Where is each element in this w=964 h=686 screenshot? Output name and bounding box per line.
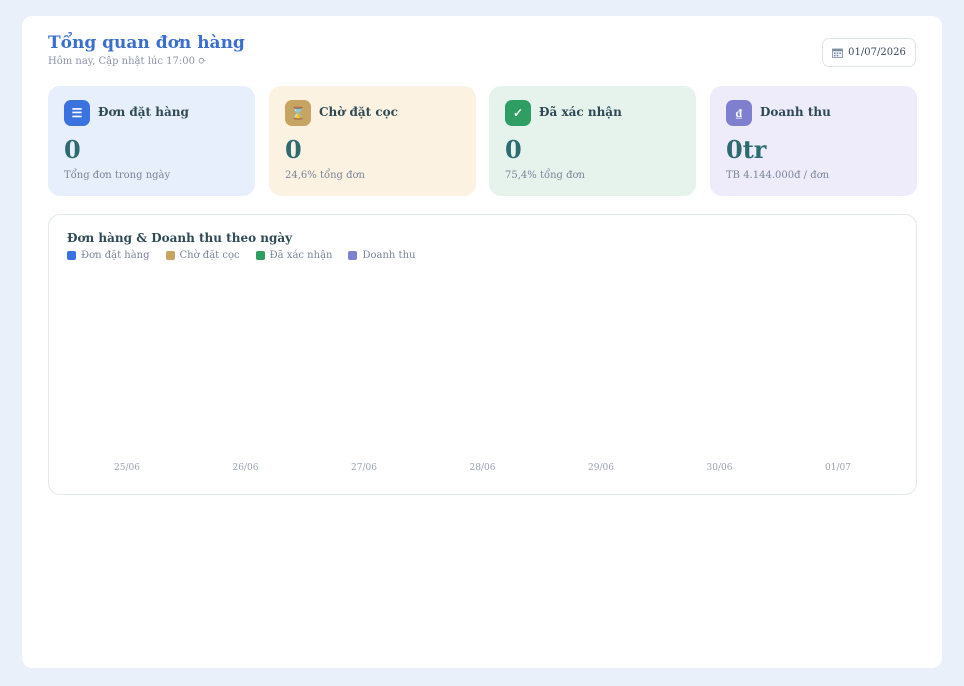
x-tick-label: 30/06 xyxy=(706,463,733,473)
card-label: Chờ đặt cọc xyxy=(319,105,398,119)
date-picker-button[interactable]: 01/07/2026 xyxy=(822,38,916,67)
card-note: 75,4% tổng đơn xyxy=(505,170,585,181)
card-note: 24,6% tổng đơn xyxy=(285,170,365,181)
refresh-icon[interactable]: ⟳ xyxy=(198,56,206,67)
legend-item[interactable]: Doanh thu xyxy=(348,250,415,261)
stat-card-orders[interactable]: ☰ Đơn đặt hàng 0 Tổng đơn trong ngày xyxy=(48,86,255,196)
legend-swatch xyxy=(67,251,76,260)
calendar-icon xyxy=(832,48,844,58)
legend-item[interactable]: Đơn đặt hàng xyxy=(67,250,150,261)
dashboard-panel: Tổng quan đơn hàng Hôm nay, Cập nhật lúc… xyxy=(22,16,942,668)
card-label: Đã xác nhận xyxy=(539,105,622,119)
page-title: Tổng quan đơn hàng xyxy=(48,33,245,53)
dong-icon: ₫ xyxy=(726,100,752,126)
card-value: 0tr xyxy=(726,135,767,164)
card-note: TB 4.144.000đ / đơn xyxy=(726,170,830,181)
update-status: Hôm nay, Cập nhật lúc 17:00 xyxy=(48,56,195,67)
x-tick-label: 25/06 xyxy=(114,463,140,473)
x-tick-label: 28/06 xyxy=(469,463,496,473)
orders-revenue-chart: Đơn hàng & Doanh thu theo ngày Đơn đặt h… xyxy=(48,214,917,495)
card-label: Doanh thu xyxy=(760,105,831,119)
x-tick-label: 27/06 xyxy=(351,463,377,473)
stat-card-revenue[interactable]: ₫ Doanh thu 0tr TB 4.144.000đ / đơn xyxy=(710,86,917,196)
x-axis: 25/06 26/06 27/06 28/06 29/06 30/06 01/07 xyxy=(49,463,918,477)
legend-swatch xyxy=(348,251,358,260)
card-value: 0 xyxy=(64,135,81,164)
card-value: 0 xyxy=(505,135,522,164)
card-label: Đơn đặt hàng xyxy=(98,105,189,119)
chart-title: Đơn hàng & Doanh thu theo ngày xyxy=(67,231,293,245)
legend-label: Đơn đặt hàng xyxy=(81,250,150,261)
legend-label: Doanh thu xyxy=(362,250,416,261)
legend-swatch xyxy=(255,251,265,260)
chart-legend: Đơn đặt hàng Chờ đặt cọc Đã xác nhận Doanh … xyxy=(67,250,415,261)
x-tick-label: 01/07 xyxy=(825,463,851,473)
legend-label: Đã xác nhận xyxy=(269,250,333,261)
card-value: 0 xyxy=(285,135,302,164)
x-tick-label: 26/06 xyxy=(232,463,259,473)
card-note: Tổng đơn trong ngày xyxy=(64,170,171,181)
x-tick-label: 29/06 xyxy=(588,463,614,473)
hourglass-icon: ⌛ xyxy=(285,100,311,126)
check-icon: ✓ xyxy=(505,100,531,126)
legend-item[interactable]: Đã xác nhận xyxy=(255,250,333,261)
list-icon: ☰ xyxy=(64,100,90,126)
date-value: 01/07/2026 xyxy=(848,47,906,58)
stat-card-confirmed[interactable]: ✓ Đã xác nhận 0 75,4% tổng đơn xyxy=(489,86,696,196)
legend-item[interactable]: Chờ đặt cọc xyxy=(165,250,240,261)
stat-card-pending-deposit[interactable]: ⌛ Chờ đặt cọc 0 24,6% tổng đơn xyxy=(269,86,476,196)
chart-plot xyxy=(49,265,918,465)
legend-swatch xyxy=(165,251,175,260)
page-subtitle: Hôm nay, Cập nhật lúc 17:00 ⟳ xyxy=(48,56,206,67)
legend-label: Chờ đặt cọc xyxy=(179,250,240,261)
